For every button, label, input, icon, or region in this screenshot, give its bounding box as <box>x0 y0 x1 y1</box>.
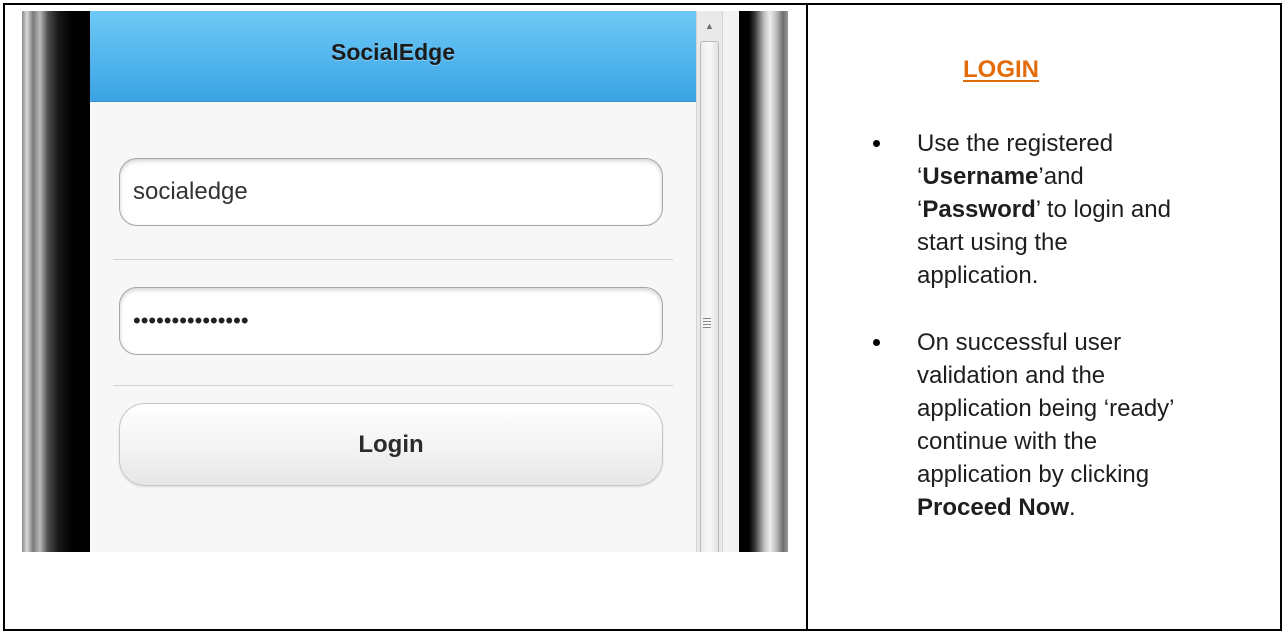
bullet-text: ’ to login and <box>1035 196 1171 223</box>
bullet-text: continue with the <box>917 428 1098 455</box>
proceed-now-term: Proceed Now <box>917 494 1070 521</box>
bullet-text: Use the registered <box>917 130 1114 157</box>
list-item: Use the registered ‘Username’and ‘Passwo… <box>868 127 1268 292</box>
list-item: On successful user validation and the ap… <box>868 326 1268 524</box>
password-term: Password <box>922 196 1036 223</box>
phone-screenshot: SocialEdge socialedge ••••••••••••••• Lo… <box>22 11 788 552</box>
vertical-scrollbar[interactable]: ▲ <box>696 11 723 552</box>
bullet-dot-icon <box>873 339 880 346</box>
password-input[interactable]: ••••••••••••••• <box>119 287 663 355</box>
form-separator <box>113 259 673 260</box>
phone-bezel-left <box>22 11 90 552</box>
login-button[interactable]: Login <box>119 403 663 486</box>
bullet-text: application being ‘ready’ <box>917 395 1175 422</box>
bullet-text: application. <box>917 262 1039 289</box>
form-separator <box>113 385 673 386</box>
login-button-label: Login <box>358 430 424 458</box>
bullet-text: validation and the <box>917 362 1106 389</box>
table-cell-divider <box>806 5 808 629</box>
bullet-text: On successful user <box>917 329 1122 356</box>
app-title: SocialEdge <box>331 38 455 65</box>
scrollbar-thumb[interactable] <box>700 41 719 552</box>
bullet-text: . <box>1069 494 1076 521</box>
section-heading: LOGIN <box>963 56 1039 83</box>
username-input[interactable]: socialedge <box>119 158 663 226</box>
browser-frame-edge <box>723 11 739 552</box>
username-term: Username <box>922 163 1039 190</box>
app-header: SocialEdge <box>90 11 696 102</box>
bullet-dot-icon <box>873 140 880 147</box>
password-masked-value: ••••••••••••••• <box>133 308 249 333</box>
scrollbar-grip-icon <box>703 318 711 330</box>
phone-bezel-right <box>739 11 788 552</box>
bullet-text: ’and <box>1038 163 1084 190</box>
phone-screen: SocialEdge socialedge ••••••••••••••• Lo… <box>90 11 696 552</box>
bullet-text: application by clicking <box>917 461 1150 488</box>
scroll-up-arrow-icon[interactable]: ▲ <box>697 21 722 31</box>
instruction-list: Use the registered ‘Username’and ‘Passwo… <box>868 127 1268 524</box>
username-value: socialedge <box>133 178 248 205</box>
bullet-text: start using the <box>917 229 1068 256</box>
